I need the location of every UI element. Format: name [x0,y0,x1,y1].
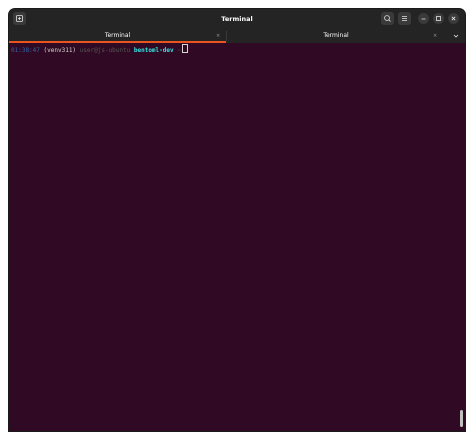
chevron-down-icon [453,34,459,38]
minimize-button[interactable] [418,13,429,24]
window-title: Terminal [221,15,253,23]
tab-list-button[interactable] [449,29,463,43]
hamburger-menu-icon [402,16,407,21]
tab-terminal-1[interactable]: Terminal × [9,29,226,43]
search-icon [384,15,391,22]
terminal-output[interactable]: 01:38:47 (venv311) user@js-ubuntu bentom… [9,43,465,431]
prompt-user-host: user@js-ubuntu [79,47,131,54]
tab-close-button[interactable]: × [433,29,437,43]
titlebar: Terminal [9,9,465,29]
search-button[interactable] [381,12,394,25]
tab-bar: Terminal × Terminal × [9,29,465,43]
text-cursor [181,44,188,53]
terminal-window: Terminal Terminal × Terminal × 01:38:47 … [9,9,465,431]
scrollbar[interactable] [460,410,463,427]
maximize-button[interactable] [433,13,444,24]
menu-button[interactable] [398,12,411,25]
close-icon [451,16,456,21]
prompt-venv: (venv311) [43,47,77,54]
tab-label: Terminal [323,32,349,39]
tab-close-button[interactable]: × [216,29,220,43]
prompt-arrow: ~ [177,47,181,54]
prompt-time: 01:38:47 [11,47,40,54]
minimize-icon [421,18,426,20]
tab-label: Terminal [104,32,131,39]
maximize-icon [436,16,441,21]
close-button[interactable] [448,13,459,24]
tab-terminal-2[interactable]: Terminal × [227,29,445,43]
prompt-directory: bentoml-dev [133,47,174,54]
